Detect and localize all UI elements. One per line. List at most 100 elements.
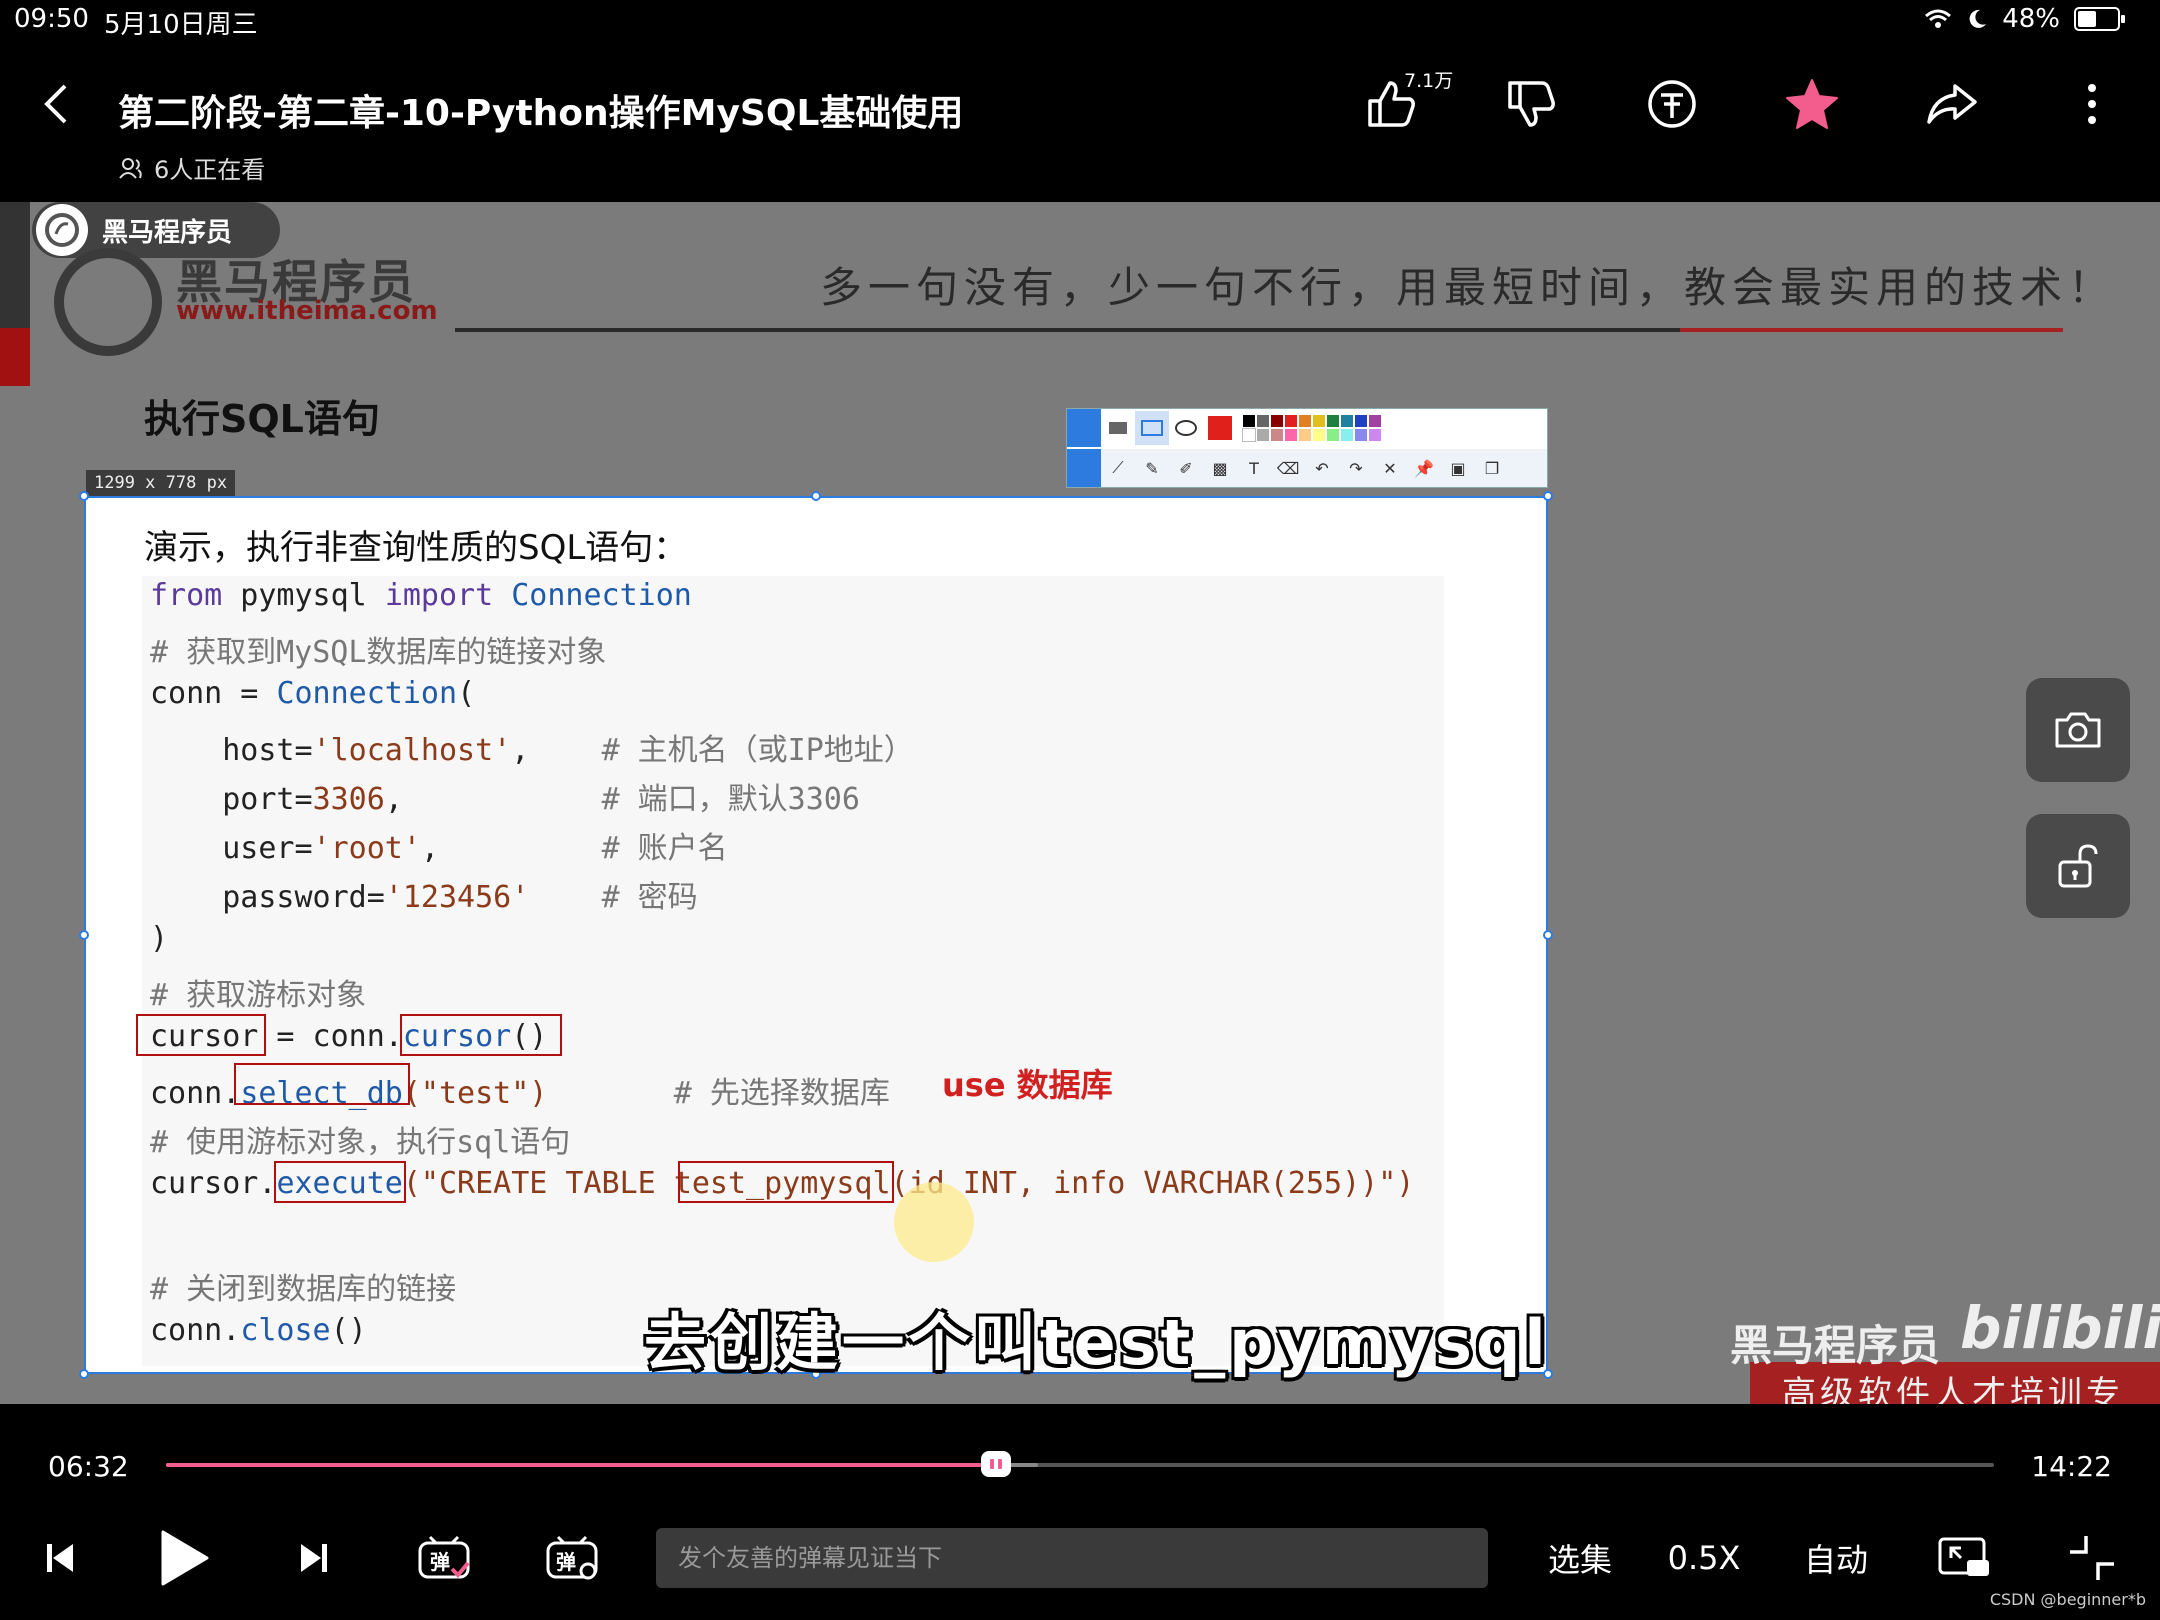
progress-thumb[interactable] [980, 1451, 1011, 1477]
screenshot-button[interactable] [2026, 678, 2130, 782]
danmaku-on-icon: 弹 [418, 1535, 470, 1579]
code-token: conn. [150, 1313, 241, 1348]
video-player[interactable]: 黑马程序员 www.itheima.com 黑马程序员 多一句没有，少一句不行，… [0, 202, 2160, 1404]
resize-handle[interactable] [79, 1369, 89, 1379]
share-button[interactable] [1920, 72, 1984, 136]
slide-section-title: 执行SQL语句 [144, 397, 380, 441]
resize-handle[interactable] [79, 930, 89, 940]
resize-handle[interactable] [811, 491, 821, 501]
watermark-brand: 黑马程序员 [1730, 1321, 1941, 1370]
resize-handle[interactable] [1543, 930, 1553, 940]
battery-icon [2074, 7, 2125, 31]
code-token: # 先选择数据库 [547, 1076, 890, 1111]
code-token: () [330, 1313, 367, 1348]
snip-toolbar-handle[interactable] [1067, 409, 1101, 447]
skip-next-icon [301, 1544, 327, 1572]
quality-button[interactable]: 自动 [1796, 1522, 1876, 1594]
pin-icon[interactable]: 📌 [1407, 451, 1441, 485]
coin-icon [1648, 80, 1696, 128]
previous-button[interactable] [30, 1522, 90, 1594]
annotation-use-db: use 数据库 [942, 1066, 1113, 1104]
slide-slogan: 多一句没有，少一句不行，用最短时间，教会最实用的技术！ [820, 263, 2117, 312]
snip-selection-frame[interactable]: 演示，执行非查询性质的SQL语句： from pymysql import Co… [84, 496, 1548, 1374]
rect-outline-tool[interactable] [1135, 411, 1169, 445]
channel-name: 黑马程序员 [102, 217, 233, 248]
danmaku-settings-button[interactable]: 弹 [538, 1522, 606, 1594]
play-icon [161, 1530, 209, 1586]
current-time: 06:32 [48, 1450, 129, 1483]
mosaic-tool-icon[interactable]: ▩ [1203, 451, 1237, 485]
snip-toolbar-row-bottom: ⟋ ✎ ✐ ▩ T ⌫ ↶ ↷ ✕ 📌 ▣ ❐ [1067, 449, 1547, 487]
svg-text:弹: 弹 [556, 1550, 576, 1574]
code-token: # 主机名（或IP地址） [601, 733, 914, 768]
code-token: 3306 [312, 782, 385, 817]
played-bar [166, 1463, 996, 1467]
svg-text:弹: 弹 [430, 1550, 450, 1574]
eraser-tool-icon[interactable]: ⌫ [1271, 451, 1305, 485]
slide-edge-dark [0, 202, 30, 328]
episodes-button[interactable]: 选集 [1540, 1522, 1620, 1594]
snip-mode-button[interactable] [1067, 449, 1101, 487]
code-token: '123456' [384, 880, 530, 915]
redo-icon[interactable]: ↷ [1339, 451, 1373, 485]
code-line-3: conn = Connection( [150, 676, 475, 711]
code-token: Connection [493, 578, 692, 613]
favorite-button[interactable] [1780, 72, 1844, 136]
slide-edge-red [0, 328, 30, 386]
code-token: = conn. [258, 1019, 403, 1054]
battery-percent: 48% [2002, 4, 2060, 34]
snip-dimensions-label: 1299 x 778 px [86, 470, 236, 496]
rect-fill-tool[interactable] [1101, 411, 1135, 445]
danmaku-input[interactable] [656, 1528, 1488, 1588]
text-tool-icon[interactable]: T [1237, 451, 1271, 485]
watermark-bilibili: bilibili [1960, 1294, 2160, 1362]
channel-chip[interactable]: 黑马程序员 [32, 202, 280, 258]
code-line-2: # 获取到MySQL数据库的链接对象 [150, 635, 607, 670]
code-token: ("test") [402, 1076, 548, 1111]
lock-button[interactable] [2026, 814, 2130, 918]
share-icon [1927, 84, 1977, 124]
back-button[interactable] [24, 72, 88, 136]
copy-icon[interactable]: ❐ [1475, 451, 1509, 485]
color-palette[interactable] [1242, 415, 1381, 442]
highlight-box-execute [274, 1161, 406, 1203]
pencil-tool-icon[interactable]: ✎ [1135, 451, 1169, 485]
close-icon[interactable]: ✕ [1373, 451, 1407, 485]
snip-toolbar-row-top [1067, 409, 1381, 447]
ellipse-tool[interactable] [1169, 411, 1203, 445]
code-token: 'localhost' [312, 733, 512, 768]
danmaku-toggle-button[interactable]: 弹 [410, 1522, 478, 1594]
coin-button[interactable] [1640, 72, 1704, 136]
progress-bar[interactable] [166, 1451, 1994, 1477]
next-button[interactable] [284, 1522, 344, 1594]
code-token: password= [150, 880, 385, 915]
pip-button[interactable] [1928, 1522, 2000, 1594]
undo-icon[interactable]: ↶ [1305, 451, 1339, 485]
code-token: , [511, 733, 602, 768]
exit-fullscreen-icon [2070, 1536, 2114, 1580]
code-token: cursor. [150, 1166, 277, 1201]
current-color-swatch[interactable] [1203, 411, 1237, 445]
horse-logo-icon [54, 248, 162, 356]
resize-handle[interactable] [1543, 491, 1553, 501]
polyline-tool-icon[interactable]: ⟋ [1101, 451, 1135, 485]
speed-button[interactable]: 0.5X [1664, 1522, 1744, 1594]
people-icon [119, 157, 142, 179]
exit-fullscreen-button[interactable] [2056, 1522, 2128, 1594]
save-icon[interactable]: ▣ [1441, 451, 1475, 485]
code-token: close [240, 1313, 331, 1348]
code-token: ( [457, 676, 476, 711]
more-button[interactable] [2060, 72, 2124, 136]
code-token: # 账户名 [601, 831, 728, 866]
play-button[interactable] [148, 1522, 220, 1594]
resize-handle[interactable] [79, 491, 89, 501]
code-line-8: ) [150, 921, 169, 956]
video-subtitle: 去创建一个叫test_pymysql [644, 1306, 1550, 1379]
code-token: host= [150, 733, 313, 768]
dislike-button[interactable] [1500, 72, 1564, 136]
danmaku-settings-icon: 弹 [546, 1535, 598, 1580]
highlighter-tool-icon[interactable]: ✐ [1169, 451, 1203, 485]
code-line-5: port=3306, # 端口，默认3306 [150, 774, 860, 818]
channel-avatar [36, 204, 88, 256]
